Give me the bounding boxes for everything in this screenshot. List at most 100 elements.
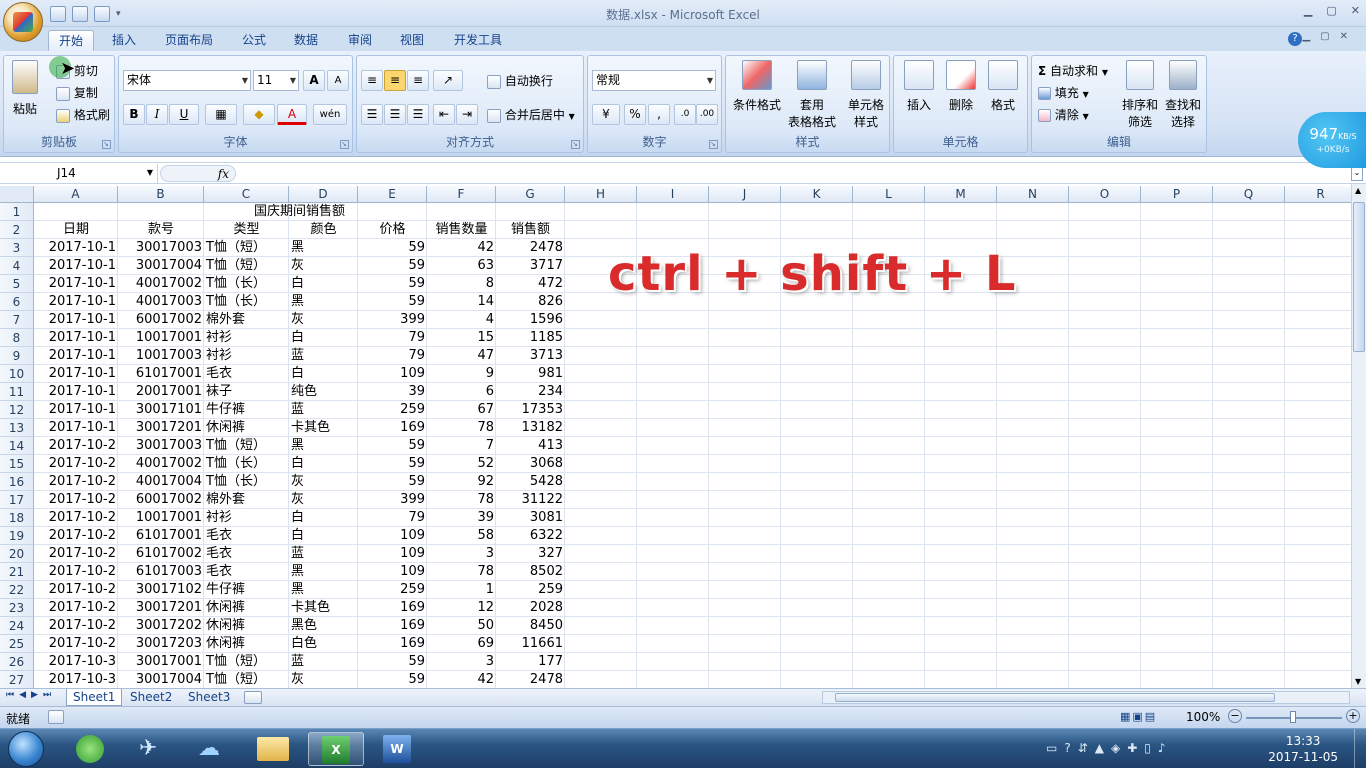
table-cell[interactable]: 白色 [289, 635, 358, 653]
row-header[interactable]: 18 [0, 509, 34, 527]
table-cell[interactable]: 3068 [496, 455, 565, 473]
table-cell[interactable]: 69 [427, 635, 496, 653]
table-cell[interactable]: 毛衣 [204, 545, 289, 563]
bold-button[interactable]: B [123, 104, 145, 125]
row-header[interactable]: 16 [0, 473, 34, 491]
copy-button[interactable]: 复制 [56, 84, 98, 101]
decrease-decimal-button[interactable]: .00 [696, 104, 718, 125]
table-cell[interactable]: 10017003 [118, 347, 204, 365]
table-cell[interactable]: 2017-10-1 [34, 383, 118, 401]
table-cell[interactable]: 休闲裤 [204, 599, 289, 617]
table-cell[interactable]: 2017-10-1 [34, 293, 118, 311]
comma-button[interactable]: , [648, 104, 670, 125]
table-cell[interactable]: 59 [358, 293, 427, 311]
table-cell[interactable]: 棉外套 [204, 311, 289, 329]
row-header[interactable]: 14 [0, 437, 34, 455]
table-cell[interactable]: 42 [427, 239, 496, 257]
column-header-Q[interactable]: Q [1213, 186, 1285, 203]
table-cell[interactable]: 169 [358, 617, 427, 635]
name-box[interactable]: J14 ▼ [0, 164, 158, 183]
row-header[interactable]: 5 [0, 275, 34, 293]
table-cell[interactable]: 2017-10-2 [34, 473, 118, 491]
table-cell[interactable]: 61017002 [118, 545, 204, 563]
table-cell[interactable]: 2028 [496, 599, 565, 617]
table-cell[interactable]: 袜子 [204, 383, 289, 401]
find-select-button[interactable]: 查找和 选择 [1162, 60, 1204, 130]
table-cell[interactable]: 黑 [289, 437, 358, 455]
table-cell[interactable]: 78 [427, 491, 496, 509]
office-button[interactable] [3, 2, 43, 42]
table-cell[interactable]: 衬衫 [204, 509, 289, 527]
header-cell[interactable]: 日期 [34, 221, 118, 239]
table-cell[interactable]: 3081 [496, 509, 565, 527]
column-header-H[interactable]: H [565, 186, 637, 203]
table-cell[interactable]: 2017-10-1 [34, 257, 118, 275]
table-cell[interactable]: 2017-10-2 [34, 563, 118, 581]
table-cell[interactable]: 1185 [496, 329, 565, 347]
table-cell[interactable]: 61017003 [118, 563, 204, 581]
table-cell[interactable]: 白 [289, 275, 358, 293]
table-cell[interactable]: 109 [358, 527, 427, 545]
column-header-P[interactable]: P [1141, 186, 1213, 203]
table-cell[interactable]: 毛衣 [204, 527, 289, 545]
table-cell[interactable]: 10017001 [118, 329, 204, 347]
sheet-tab-3[interactable]: Sheet3 [182, 689, 236, 706]
table-cell[interactable]: 399 [358, 311, 427, 329]
table-cell[interactable]: 8502 [496, 563, 565, 581]
table-cell[interactable]: 4 [427, 311, 496, 329]
column-header-B[interactable]: B [118, 186, 204, 203]
table-cell[interactable]: 5428 [496, 473, 565, 491]
table-cell[interactable]: 毛衣 [204, 563, 289, 581]
table-cell[interactable]: 2478 [496, 671, 565, 688]
show-desktop-button[interactable] [1354, 729, 1366, 769]
column-header-C[interactable]: C [204, 186, 289, 203]
horizontal-scrollbar[interactable] [822, 691, 1350, 704]
paste-button[interactable]: 粘贴 [12, 60, 38, 117]
table-cell[interactable]: 79 [358, 509, 427, 527]
table-cell[interactable]: 蓝 [289, 653, 358, 671]
table-cell[interactable]: 衬衫 [204, 347, 289, 365]
row-header[interactable]: 21 [0, 563, 34, 581]
table-cell[interactable]: 30017003 [118, 239, 204, 257]
taskbar-app-bird[interactable]: ✈ [123, 732, 179, 766]
header-cell[interactable]: 款号 [118, 221, 204, 239]
wrap-text-button[interactable]: 自动换行 [487, 72, 553, 89]
table-cell[interactable]: 17353 [496, 401, 565, 419]
table-cell[interactable]: 黑色 [289, 617, 358, 635]
row-header[interactable]: 19 [0, 527, 34, 545]
table-cell[interactable]: 2017-10-2 [34, 491, 118, 509]
sheet-title-cell[interactable]: 国庆期间销售额 [34, 203, 565, 221]
table-cell[interactable]: 灰 [289, 491, 358, 509]
row-header[interactable]: 10 [0, 365, 34, 383]
row-header[interactable]: 11 [0, 383, 34, 401]
table-cell[interactable]: 259 [496, 581, 565, 599]
format-cells-button[interactable]: 格式 [984, 60, 1022, 113]
row-header[interactable]: 6 [0, 293, 34, 311]
table-cell[interactable]: 981 [496, 365, 565, 383]
column-header-N[interactable]: N [997, 186, 1069, 203]
tab-data[interactable]: 数据 [284, 30, 328, 51]
table-cell[interactable]: T恤（短） [204, 239, 289, 257]
scroll-up-icon[interactable]: ▲ [1355, 186, 1361, 195]
table-cell[interactable]: 59 [358, 473, 427, 491]
table-cell[interactable]: 蓝 [289, 347, 358, 365]
table-cell[interactable]: 60017002 [118, 491, 204, 509]
shrink-font-button[interactable]: A [327, 70, 349, 91]
table-cell[interactable]: 40017002 [118, 275, 204, 293]
taskbar-app-word[interactable]: W [370, 732, 426, 766]
table-cell[interactable]: 衬衫 [204, 329, 289, 347]
table-cell[interactable]: 3 [427, 545, 496, 563]
table-cell[interactable]: 59 [358, 455, 427, 473]
table-cell[interactable]: 2017-10-1 [34, 239, 118, 257]
table-cell[interactable]: 2017-10-1 [34, 329, 118, 347]
table-cell[interactable]: 纯色 [289, 383, 358, 401]
table-cell[interactable]: 2017-10-2 [34, 599, 118, 617]
table-cell[interactable]: 休闲裤 [204, 419, 289, 437]
tab-formulas[interactable]: 公式 [232, 30, 276, 51]
tab-insert[interactable]: 插入 [102, 30, 146, 51]
table-cell[interactable]: 50 [427, 617, 496, 635]
column-header-K[interactable]: K [781, 186, 853, 203]
table-cell[interactable]: 31122 [496, 491, 565, 509]
table-cell[interactable]: 2017-10-3 [34, 671, 118, 688]
table-cell[interactable]: 蓝 [289, 401, 358, 419]
